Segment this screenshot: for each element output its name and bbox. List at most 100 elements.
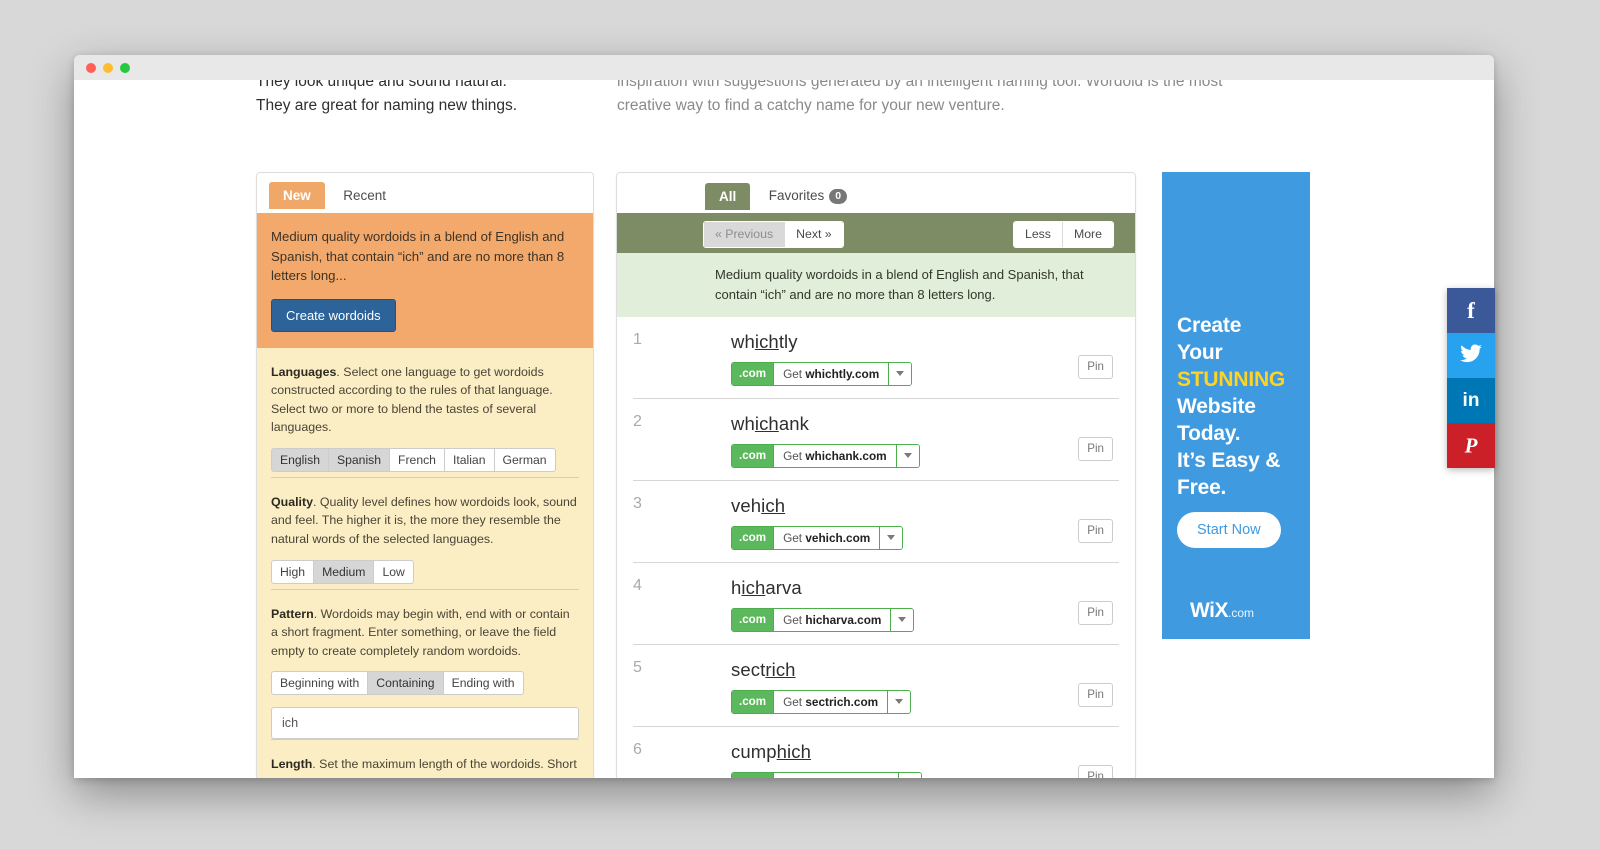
get-domain-button[interactable]: Get hicharva.com — [773, 609, 892, 631]
table-row: 3 vehich .com Get vehich.com Pin — [633, 481, 1119, 563]
get-domain-button[interactable]: Get whichtly.com — [773, 363, 890, 385]
previous-page-button[interactable]: « Previous — [704, 222, 786, 247]
chevron-down-icon — [903, 453, 912, 458]
chevron-down-icon — [898, 617, 907, 622]
maximize-window-button[interactable] — [120, 63, 130, 73]
density-group[interactable]: Less More — [1012, 221, 1114, 248]
language-option-italian[interactable]: Italian — [444, 448, 495, 471]
tab-new[interactable]: New — [269, 182, 325, 209]
quality-option-low[interactable]: Low — [374, 560, 413, 583]
pagination-controls[interactable]: « Previous Next » — [703, 221, 844, 253]
language-option-french[interactable]: French — [390, 448, 445, 471]
pin-button[interactable]: Pin — [1078, 765, 1113, 778]
domain-button-group[interactable]: .com Get sectrich.com — [731, 690, 912, 714]
languages-description: Languages. Select one language to get wo… — [271, 363, 579, 437]
length-desc-text: . Set the maximum length of the wordoids… — [271, 757, 577, 778]
social-share-rail: f in P — [1447, 288, 1495, 468]
domain-button-group[interactable]: .com Get whichtly.com — [731, 362, 913, 386]
domain-dropdown-button[interactable] — [896, 445, 919, 467]
wordoid-match: ich — [741, 577, 766, 598]
domain-button-group[interactable]: .comGet cumphich.com — [731, 772, 922, 778]
minimize-window-button[interactable] — [103, 63, 113, 73]
next-page-button[interactable]: Next » — [785, 222, 843, 247]
domain-dropdown-button[interactable] — [889, 363, 912, 385]
domain-button-group[interactable]: .com Get vehich.com — [731, 526, 904, 550]
density-controls[interactable]: Less More — [1012, 221, 1114, 253]
tab-all[interactable]: All — [705, 183, 751, 210]
language-option-spanish[interactable]: Spanish — [328, 448, 391, 471]
results-card: All Favorites 0 « Previous Next » Less More — [616, 172, 1136, 778]
domain-dropdown-button[interactable] — [888, 691, 911, 713]
pagination-group[interactable]: « Previous Next » — [703, 221, 844, 248]
more-button[interactable]: More — [1062, 222, 1113, 247]
pattern-button-group[interactable]: Beginning with Containing Ending with — [271, 671, 524, 696]
get-domain-button[interactable]: Get whichank.com — [773, 445, 897, 467]
intro-left-column: They look unique and sound natural. They… — [256, 80, 586, 118]
quality-section: Quality. Quality level defines how wordo… — [271, 476, 579, 589]
domain-dropdown-button[interactable] — [898, 773, 921, 778]
result-rank: 6 — [633, 741, 642, 758]
pattern-option-beginning-with[interactable]: Beginning with — [272, 672, 369, 695]
language-option-english[interactable]: English — [272, 448, 329, 471]
settings-form: Languages. Select one language to get wo… — [257, 347, 593, 778]
result-rank: 5 — [633, 659, 642, 676]
wordoid-suffix: tly — [778, 331, 798, 352]
results-tabs: All Favorites 0 — [617, 173, 1135, 213]
language-option-german[interactable]: German — [494, 448, 555, 471]
wordoid-name[interactable]: cumphich — [731, 741, 1119, 763]
share-facebook-button[interactable]: f — [1447, 288, 1495, 333]
wordoid-name[interactable]: whichtly — [731, 331, 1119, 353]
page-viewport: They look unique and sound natural. They… — [74, 80, 1494, 778]
twitter-icon — [1447, 343, 1495, 367]
ad-line-2: Your — [1177, 341, 1223, 364]
get-domain-button[interactable]: Get cumphich.com — [773, 773, 899, 778]
languages-button-group[interactable]: English Spanish French Italian German — [271, 447, 556, 472]
pin-button[interactable]: Pin — [1078, 355, 1113, 379]
share-linkedin-button[interactable]: in — [1447, 378, 1495, 423]
settings-summary-box: Medium quality wordoids in a blend of En… — [257, 213, 593, 348]
create-wordoids-button[interactable]: Create wordoids — [271, 298, 396, 332]
pin-button[interactable]: Pin — [1078, 437, 1113, 461]
browser-window: They look unique and sound natural. They… — [74, 55, 1494, 778]
get-domain-button[interactable]: Get sectrich.com — [773, 691, 889, 713]
domain-dropdown-button[interactable] — [891, 609, 914, 631]
ad-line-7: Free. — [1177, 476, 1227, 499]
pin-button[interactable]: Pin — [1078, 683, 1113, 707]
wordoid-name[interactable]: whichank — [731, 413, 1119, 435]
quality-option-medium[interactable]: Medium — [314, 560, 375, 583]
domain-dropdown-button[interactable] — [880, 527, 903, 549]
share-pinterest-button[interactable]: P — [1447, 423, 1495, 468]
pin-button[interactable]: Pin — [1078, 519, 1113, 543]
pattern-option-containing[interactable]: Containing — [368, 672, 444, 695]
get-domain-button[interactable]: Get vehich.com — [773, 527, 881, 549]
close-window-button[interactable] — [86, 63, 96, 73]
quality-button-group[interactable]: High Medium Low — [271, 559, 414, 584]
tab-recent[interactable]: Recent — [329, 182, 400, 209]
wordoid-name[interactable]: hicharva — [731, 577, 1119, 599]
wordoid-suffix: arva — [765, 577, 802, 598]
wordoid-name[interactable]: sectrich — [731, 659, 1119, 681]
ad-start-now-button[interactable]: Start Now — [1177, 512, 1281, 548]
domain-offer: .com Get sectrich.com — [731, 690, 1119, 714]
pattern-option-ending-with[interactable]: Ending with — [443, 672, 523, 695]
share-twitter-button[interactable] — [1447, 333, 1495, 378]
domain-offer: .com Get hicharva.com — [731, 608, 1119, 632]
domain-name: sectrich.com — [805, 695, 879, 709]
table-row: 2 whichank .com Get whichank.com Pin — [633, 399, 1119, 481]
pin-button[interactable]: Pin — [1078, 601, 1113, 625]
pattern-input[interactable] — [271, 707, 579, 740]
wordoid-name[interactable]: vehich — [731, 495, 1119, 517]
quality-option-high[interactable]: High — [272, 560, 315, 583]
twitter-bird-svg — [1460, 343, 1482, 362]
less-button[interactable]: Less — [1013, 222, 1063, 247]
tld-badge: .com — [732, 609, 774, 631]
chevron-down-icon — [887, 535, 896, 540]
pattern-description: Pattern. Wordoids may begin with, end wi… — [271, 605, 579, 661]
domain-button-group[interactable]: .com Get whichank.com — [731, 444, 920, 468]
domain-button-group[interactable]: .com Get hicharva.com — [731, 608, 915, 632]
facebook-icon: f — [1467, 297, 1475, 323]
domain-name: hicharva.com — [805, 613, 882, 627]
tld-badge: .com — [732, 527, 774, 549]
wix-advertisement[interactable]: Create Your STUNNING Website Today. It’s… — [1162, 172, 1310, 639]
tab-favorites[interactable]: Favorites 0 — [755, 182, 861, 210]
